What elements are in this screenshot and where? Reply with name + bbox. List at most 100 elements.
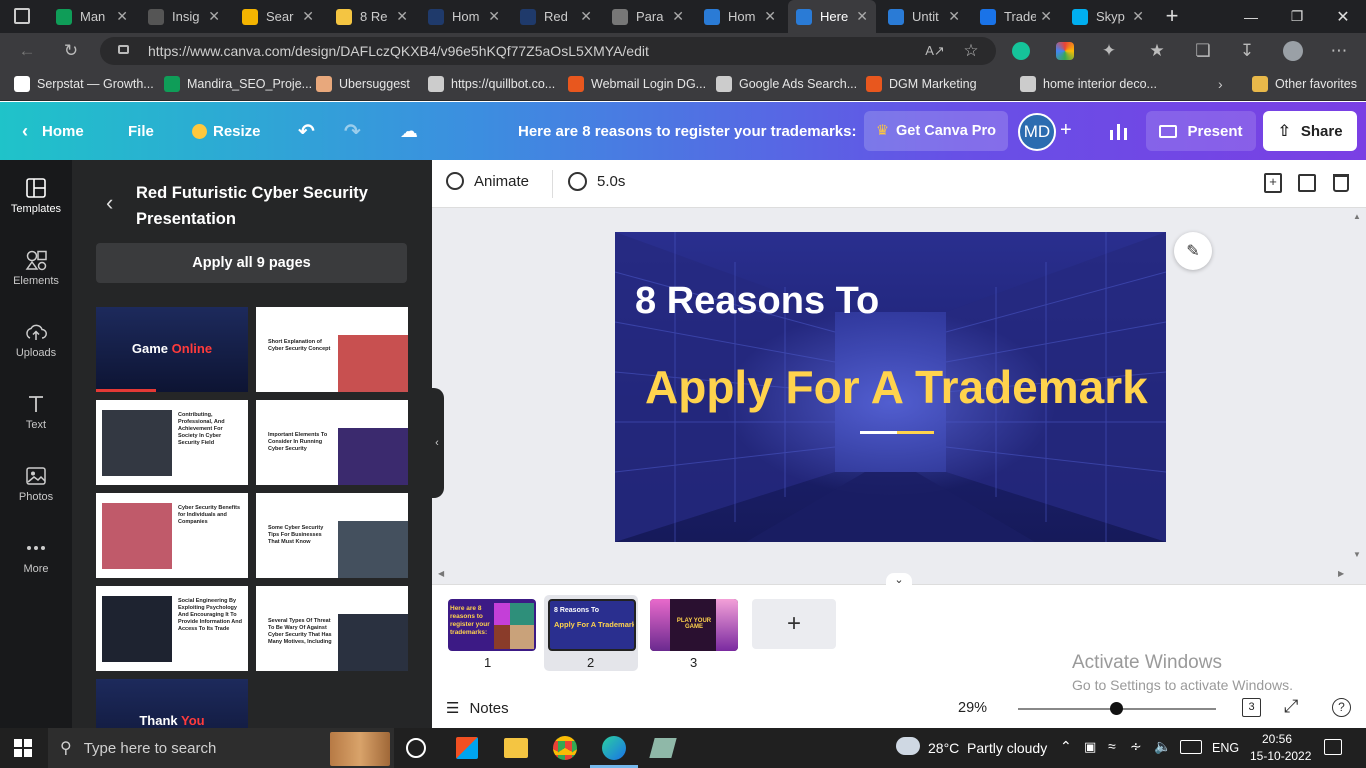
browser-tab[interactable]: Trade ✕	[972, 0, 1060, 33]
task-view-icon[interactable]	[406, 738, 426, 758]
rail-item-more[interactable]: More	[0, 524, 72, 588]
delete-page-icon[interactable]	[1333, 174, 1349, 192]
undo-button[interactable]: ↶	[298, 102, 315, 160]
tab-close-icon[interactable]: ✕	[116, 8, 128, 25]
share-button[interactable]: ⇧ Share	[1263, 111, 1357, 151]
rail-item-elements[interactable]: Elements	[0, 236, 72, 300]
browser-tab[interactable]: Para ✕	[604, 0, 692, 33]
apply-all-pages-button[interactable]: Apply all 9 pages	[96, 243, 407, 283]
grammarly-icon[interactable]	[1008, 38, 1034, 64]
browser-tab[interactable]: Here ✕	[788, 0, 876, 33]
maximize-button[interactable]: ❐	[1274, 0, 1320, 33]
tab-close-icon[interactable]: ✕	[396, 8, 408, 25]
page-count-button[interactable]: 3	[1242, 698, 1261, 717]
home-button[interactable]: ‹ Home	[22, 102, 84, 160]
zoom-slider-knob[interactable]	[1110, 702, 1123, 715]
tab-close-icon[interactable]: ✕	[580, 8, 592, 25]
weather-icon[interactable]	[896, 737, 920, 755]
favorite-star-icon[interactable]: ☆	[958, 38, 984, 64]
bookmark-item[interactable]: Ubersuggest	[316, 68, 410, 100]
weather-text[interactable]: 28°C Partly cloudy	[928, 740, 1047, 756]
bookmark-item[interactable]: https://quillbot.co...	[428, 68, 555, 100]
collapse-strip-chevron-icon[interactable]: ⌄	[886, 573, 912, 587]
slide-heading-line1[interactable]: 8 Reasons To	[635, 280, 879, 323]
tab-close-icon[interactable]: ✕	[672, 8, 684, 25]
bookmark-item[interactable]: Webmail Login DG...	[568, 68, 706, 100]
rail-item-templates[interactable]: Templates	[0, 164, 72, 228]
favorites-icon[interactable]: ★	[1144, 38, 1170, 64]
new-tab-button[interactable]: +	[1160, 4, 1184, 28]
notes-button[interactable]: ☰ Notes	[446, 699, 509, 718]
rail-item-text[interactable]: Text	[0, 380, 72, 444]
browser-menu-icon[interactable]: ⋯	[1326, 38, 1352, 64]
rail-item-photos[interactable]: Photos	[0, 452, 72, 516]
start-button[interactable]	[14, 739, 32, 757]
add-page-icon[interactable]: +	[1264, 173, 1282, 193]
insights-chart-icon[interactable]	[1098, 111, 1138, 151]
scrollbar-vertical[interactable]: ▲ ▼	[1350, 210, 1364, 562]
clock-time[interactable]: 20:56	[1262, 732, 1292, 746]
duplicate-page-icon[interactable]	[1298, 174, 1316, 192]
browser-tab[interactable]: Red ✕	[512, 0, 600, 33]
zoom-slider[interactable]	[1018, 702, 1216, 715]
resize-button[interactable]: Resize	[192, 102, 261, 160]
close-window-button[interactable]: ✕	[1320, 0, 1366, 33]
add-collaborator-icon[interactable]: +	[1060, 119, 1080, 141]
tab-close-icon[interactable]: ✕	[488, 8, 500, 25]
template-thumbnail[interactable]: Thank You	[96, 679, 248, 728]
clock-date[interactable]: 15-10-2022	[1250, 749, 1311, 763]
animate-button[interactable]: Animate	[446, 172, 529, 190]
extension-color-icon[interactable]	[1052, 38, 1078, 64]
panel-collapse-handle[interactable]: ‹	[430, 388, 444, 498]
zoom-percent[interactable]: 29%	[958, 700, 987, 716]
template-thumbnail[interactable]: Important Elements To Consider In Runnin…	[256, 400, 408, 485]
other-favorites[interactable]: Other favorites	[1252, 68, 1357, 100]
collections-icon[interactable]: ❏	[1190, 38, 1216, 64]
template-thumbnail[interactable]: Cyber Security Benefits for Individuals …	[96, 493, 248, 578]
profile-icon[interactable]	[1280, 38, 1306, 64]
tab-close-icon[interactable]: ✕	[208, 8, 220, 25]
slide-heading-line2[interactable]: Apply For A Trademark	[645, 360, 1148, 414]
template-thumbnail[interactable]: Several Types Of Threat To Be Wary Of Ag…	[256, 586, 408, 671]
bookmark-item[interactable]: Google Ads Search...	[716, 68, 857, 100]
add-page-button[interactable]: +	[752, 599, 836, 649]
document-title[interactable]: Here are 8 reasons to register your trad…	[518, 102, 857, 160]
scroll-up-arrow-icon[interactable]: ▲	[1353, 212, 1361, 221]
template-thumbnail[interactable]: Some Cyber Security Tips For Businesses …	[256, 493, 408, 578]
wifi-icon[interactable]: ∻	[1130, 738, 1142, 755]
scroll-right-arrow-icon[interactable]: ▶	[1338, 569, 1344, 578]
extensions-icon[interactable]: ✦	[1096, 38, 1122, 64]
help-icon[interactable]: ?	[1332, 698, 1351, 717]
get-canva-pro-button[interactable]: ♛ Get Canva Pro	[864, 111, 1008, 151]
bookmark-item[interactable]: Serpstat — Growth...	[14, 68, 154, 100]
tab-actions-icon[interactable]	[14, 8, 30, 24]
keyboard-icon[interactable]	[1180, 740, 1202, 754]
browser-tab[interactable]: 8 Re ✕	[328, 0, 416, 33]
browser-tab[interactable]: Sear ✕	[234, 0, 322, 33]
tab-close-icon[interactable]: ✕	[1040, 8, 1052, 25]
save-status-cloud-icon[interactable]: ☁	[400, 102, 418, 160]
browser-tab[interactable]: Untit ✕	[880, 0, 968, 33]
page-thumbnail-2[interactable]: 8 Reasons To Apply For A Trademark	[548, 599, 636, 651]
page-thumbnail-3[interactable]: PLAY YOUR GAME	[650, 599, 738, 651]
comment-button[interactable]: ✎	[1174, 232, 1212, 270]
page-thumbnail-1[interactable]: Here are 8 reasons to register your trad…	[448, 599, 536, 651]
bookmarks-overflow-icon[interactable]: ›	[1218, 76, 1223, 92]
avatar[interactable]: MD	[1018, 113, 1056, 151]
panel-back-chevron-icon[interactable]: ‹	[106, 190, 113, 216]
browser-tab[interactable]: Skyp ✕	[1064, 0, 1152, 33]
tab-close-icon[interactable]: ✕	[1132, 8, 1144, 25]
scroll-down-arrow-icon[interactable]: ▼	[1353, 550, 1361, 559]
bookmark-item[interactable]: home interior deco...	[1020, 68, 1157, 100]
template-thumbnail[interactable]: Game Online	[96, 307, 248, 392]
notifications-icon[interactable]	[1324, 739, 1342, 755]
back-button[interactable]: ←	[14, 38, 40, 64]
scroll-left-arrow-icon[interactable]: ◀	[438, 569, 444, 578]
minimize-button[interactable]: —	[1228, 0, 1274, 33]
meet-now-icon[interactable]: ▣	[1084, 739, 1096, 755]
slide-canvas[interactable]: 8 Reasons To Apply For A Trademark	[615, 232, 1166, 542]
bookmark-item[interactable]: DGM Marketing	[866, 68, 977, 100]
url-field[interactable]: https://www.canva.com/design/DAFLczQKXB4…	[100, 37, 996, 65]
browser-tab[interactable]: Insig ✕	[140, 0, 228, 33]
browser-tab[interactable]: Hom ✕	[420, 0, 508, 33]
